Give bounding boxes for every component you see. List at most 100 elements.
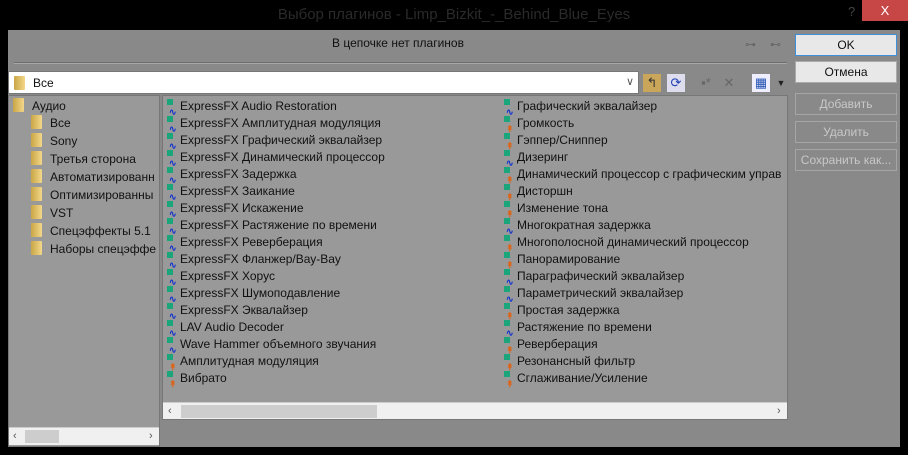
plugin-item[interactable]: ∿ ExpressFX Audio Restoration	[164, 98, 337, 117]
refresh-icon[interactable]: ⟳	[667, 74, 685, 92]
plugin-item[interactable]: ∿ LAV Audio Decoder	[164, 319, 284, 338]
plugin-name: Гэппер/Сниппер	[517, 133, 608, 147]
move-plugin-left-icon[interactable]: ⊶	[745, 38, 756, 51]
plugin-item[interactable]: ↟ Реверберация	[501, 336, 598, 355]
tree-item[interactable]: Автоматизированн	[31, 169, 155, 186]
tree-item[interactable]: Спецэффекты 5.1	[31, 223, 151, 240]
category-select[interactable]: Все ∨	[8, 71, 639, 94]
plugin-name: Многократная задержка	[517, 218, 651, 232]
view-dropdown-icon[interactable]: ▼	[772, 74, 790, 92]
tree-item[interactable]: Все	[31, 115, 71, 132]
plugin-item[interactable]: ↟ Простая задержка	[501, 302, 620, 321]
scroll-left-icon[interactable]: ‹	[13, 430, 17, 442]
plugin-name: Изменение тона	[517, 201, 609, 215]
plugin-name: Растяжение по времени	[517, 320, 652, 334]
plugin-icon: ∿	[164, 167, 180, 185]
folder-icon	[31, 187, 42, 201]
plugin-item[interactable]: ↟ Изменение тона	[501, 200, 609, 219]
tree-item-label: Спецэффекты 5.1	[50, 224, 151, 238]
folder-icon	[31, 169, 42, 183]
plugin-name: Громкость	[517, 116, 575, 130]
move-plugin-right-icon[interactable]: ⊷	[770, 38, 781, 51]
plugin-item[interactable]: ∿ ExpressFX Хорус	[164, 268, 275, 287]
plugin-item[interactable]: ∿ Многократная задержка	[501, 217, 651, 236]
window-title: Выбор плагинов - Limp_Bizkit_-_Behind_Bl…	[277, 6, 631, 23]
chain-status: В цепочке нет плагинов	[332, 36, 464, 50]
new-folder-icon[interactable]: ▪*	[697, 74, 715, 92]
scroll-right-icon[interactable]: ›	[777, 405, 781, 417]
plugin-item[interactable]: ↟ Панорамирование	[501, 251, 620, 270]
plugin-name: Вибрато	[180, 371, 227, 385]
ok-button[interactable]: OK	[795, 34, 897, 56]
plugin-icon: ↟	[501, 133, 517, 151]
plugin-item[interactable]: ↟ Амплитудная модуляция	[164, 353, 319, 372]
plugin-item[interactable]: ↟ Сглаживание/Усиление	[501, 370, 648, 389]
tree-item[interactable]: Оптимизированны	[31, 187, 153, 204]
plugin-name: Реверберация	[517, 337, 598, 351]
plugin-item[interactable]: ↟ Многополосной динамический процессор	[501, 234, 749, 253]
remove-button[interactable]: Удалить	[795, 121, 897, 143]
scroll-right-icon[interactable]: ›	[149, 430, 153, 442]
plugin-icon: ↟	[501, 371, 517, 389]
tree-item[interactable]: Наборы спецэффе	[31, 241, 156, 258]
plugin-item[interactable]: ∿ Параметрический эквалайзер	[501, 285, 683, 304]
folder-icon	[14, 76, 25, 90]
tree-item-label: Автоматизированн	[50, 170, 155, 184]
plugin-list: ∿ ExpressFX Audio Restoration ∿ ExpressFX А…	[162, 95, 788, 420]
tree-item[interactable]: Третья сторона	[31, 151, 136, 168]
delete-icon[interactable]: ✕	[720, 74, 738, 92]
plugin-item[interactable]: ∿ ExpressFX Графический эквалайзер	[164, 132, 382, 151]
tree-item[interactable]: VST	[31, 205, 73, 222]
plugin-icon: ↟	[501, 235, 517, 253]
tree-item[interactable]: Sony	[31, 133, 77, 150]
plugin-item[interactable]: ↟ Дисторшн	[501, 183, 573, 202]
plugin-name: ExpressFX Динамический процессор	[180, 150, 385, 164]
tree-item-label: Все	[50, 116, 71, 130]
cancel-button[interactable]: Отмена	[795, 61, 897, 83]
help-button[interactable]: ?	[848, 4, 855, 19]
plugin-item[interactable]: ∿ ExpressFX Амплитудная модуляция	[164, 115, 381, 134]
plugin-icon: ∿	[164, 235, 180, 253]
plugin-item[interactable]: ∿ Параграфический эквалайзер	[501, 268, 684, 287]
plugin-name: ExpressFX Заикание	[180, 184, 295, 198]
plugin-item[interactable]: ∿ ExpressFX Искажение	[164, 200, 304, 219]
scroll-thumb[interactable]	[25, 430, 59, 443]
plugin-icon: ∿	[501, 218, 517, 236]
plugin-item[interactable]: ↟ Резонансный фильтр	[501, 353, 636, 372]
plugin-item[interactable]: ∿ Дизеринг	[501, 149, 568, 168]
plugin-item[interactable]: ∿ ExpressFX Шумоподавление	[164, 285, 340, 304]
view-icon[interactable]: ▦	[752, 74, 770, 92]
plugin-item[interactable]: ∿ ExpressFX Динамический процессор	[164, 149, 385, 168]
plugin-icon: ∿	[164, 184, 180, 202]
plugin-item[interactable]: ∿ ExpressFX Фланжер/Вау-Вау	[164, 251, 341, 270]
plugin-item[interactable]: ∿ Растяжение по времени	[501, 319, 652, 338]
scroll-thumb[interactable]	[181, 405, 377, 418]
add-button[interactable]: Добавить	[795, 93, 897, 115]
plugin-item[interactable]: ↟ Громкость	[501, 115, 575, 134]
plugin-icon: ∿	[164, 303, 180, 321]
plugin-item[interactable]: ∿ ExpressFX Заикание	[164, 183, 295, 202]
plugin-icon: ∿	[164, 116, 180, 134]
folder-icon	[31, 241, 42, 255]
tree-item-audio[interactable]: Аудио	[13, 98, 66, 115]
plugin-item[interactable]: ∿ Графический эквалайзер	[501, 98, 657, 117]
plugin-item[interactable]: ↟ Динамический процессор с графическим уп…	[501, 166, 781, 185]
tree-item-label: Оптимизированны	[50, 188, 154, 202]
plugin-item[interactable]: ∿ ExpressFX Реверберация	[164, 234, 323, 253]
plugin-item[interactable]: ∿ ExpressFX Эквалайзер	[164, 302, 308, 321]
list-horizontal-scrollbar[interactable]: ‹ ›	[163, 402, 787, 419]
plugin-name: ExpressFX Амплитудная модуляция	[180, 116, 381, 130]
save-as-button[interactable]: Сохранить как...	[795, 149, 897, 171]
close-button[interactable]: X	[862, 0, 908, 21]
plugin-icon: ∿	[501, 99, 517, 117]
plugin-item[interactable]: ↟ Гэппер/Сниппер	[501, 132, 608, 151]
scroll-left-icon[interactable]: ‹	[168, 405, 172, 417]
plugin-item[interactable]: ∿ ExpressFX Растяжение по времени	[164, 217, 377, 236]
folder-icon	[31, 115, 42, 129]
tree-horizontal-scrollbar[interactable]: ‹ ›	[9, 427, 159, 445]
plugin-item[interactable]: ∿ Wave Hammer объемного звучания	[164, 336, 376, 355]
plugin-name: Резонансный фильтр	[517, 354, 636, 368]
plugin-item[interactable]: ↟ Вибрато	[164, 370, 227, 389]
plugin-item[interactable]: ∿ ExpressFX Задержка	[164, 166, 297, 185]
folder-up-icon[interactable]: ↰	[643, 74, 661, 92]
